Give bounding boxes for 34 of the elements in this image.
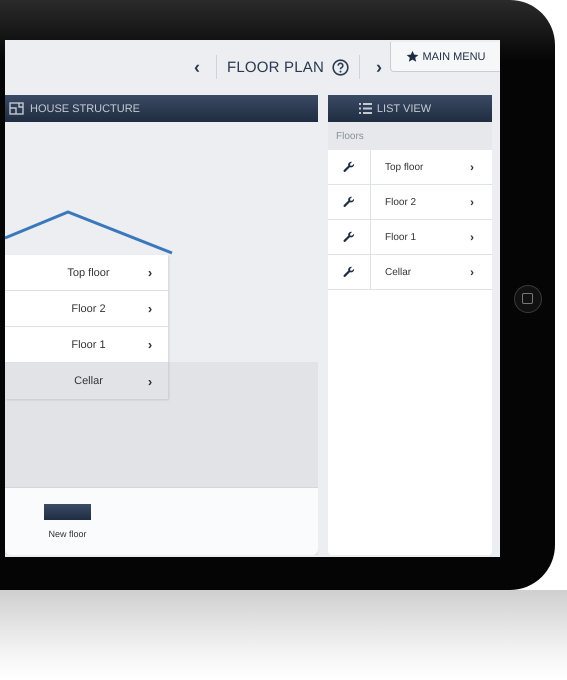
home-button[interactable] (514, 284, 542, 312)
next-button[interactable]: › (370, 56, 388, 78)
list-icon (358, 103, 372, 114)
chevron: › (470, 230, 475, 244)
wrench-icon (343, 161, 355, 173)
floor-label: Cellar (384, 266, 412, 278)
panel-title: LIST VIEW (376, 102, 432, 114)
list-row[interactable]: Floor 2 › (328, 185, 492, 220)
chevron: › (470, 265, 475, 279)
floor-label: Floor 2 (384, 196, 418, 208)
wrench-icon (343, 196, 355, 208)
wrench-icon (343, 231, 355, 243)
section-header: Floors (328, 122, 492, 150)
floor-row[interactable]: Cellar › (5, 363, 168, 399)
list-row[interactable]: Top floor › (328, 150, 492, 185)
floor-plan-icon (9, 102, 24, 115)
previous-button[interactable]: ‹ (188, 56, 206, 78)
floor-row[interactable]: Floor 1 › (5, 327, 168, 363)
chevron: › (470, 195, 475, 209)
list-row[interactable]: Floor 1 › (328, 220, 492, 255)
floor-label: Top floor (384, 162, 424, 172)
star-icon (406, 50, 419, 63)
floor-label: Floor 1 (384, 232, 418, 242)
new-floor-button[interactable]: New floor (40, 500, 95, 543)
chevron: › (470, 160, 475, 174)
floor-block-icon (44, 504, 91, 520)
floor-row[interactable]: Top floor › (5, 255, 168, 291)
floor-row[interactable]: Floor 2 › (5, 291, 168, 327)
help-icon[interactable] (332, 58, 350, 76)
main-menu-button[interactable]: MAIN MENU (390, 42, 500, 72)
wrench-icon (343, 266, 355, 278)
page-title: FLOOR PLAN (227, 58, 324, 76)
list-row[interactable]: Cellar › (328, 255, 492, 290)
panel-title: HOUSE STRUCTURE (30, 102, 140, 114)
